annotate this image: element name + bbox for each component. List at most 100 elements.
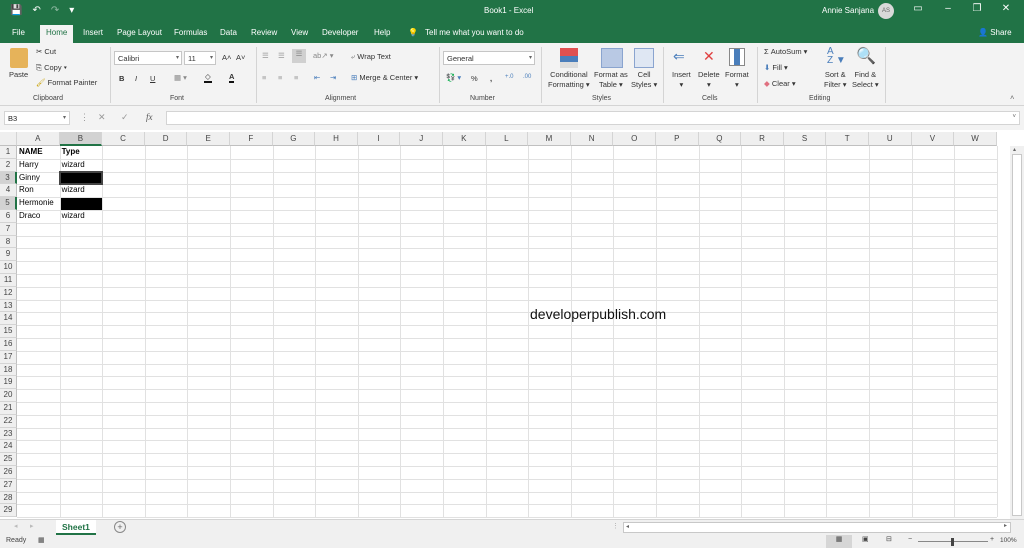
cell-a3[interactable]: Ginny (17, 172, 40, 185)
vertical-scrollbar[interactable]: ▴ (1010, 146, 1024, 519)
normal-view-icon[interactable]: ▦ (826, 535, 852, 548)
format-as-table-button[interactable]: Format as Table ▾ (594, 70, 628, 90)
tab-insert[interactable]: Insert (83, 28, 103, 37)
column-header-c[interactable]: C (102, 132, 145, 146)
row-header-10[interactable]: 10 (0, 261, 17, 274)
row-header-27[interactable]: 27 (0, 478, 17, 492)
font-size-select[interactable]: 11 ▾ (184, 51, 216, 65)
filled-cell-b5[interactable] (60, 198, 103, 210)
clear-button[interactable]: ◆ Clear ▾ (764, 79, 796, 88)
add-sheet-button[interactable]: + (114, 521, 126, 533)
column-header-q[interactable]: Q (698, 132, 742, 146)
italic-button[interactable]: I (135, 74, 137, 83)
cell-styles-button[interactable]: Cell Styles ▾ (631, 70, 657, 90)
cell-a6[interactable]: Draco (17, 210, 40, 223)
column-header-k[interactable]: K (443, 132, 486, 146)
autosum-button[interactable]: Σ AutoSum ▾ (764, 47, 807, 56)
row-header-7[interactable]: 7 (0, 222, 17, 236)
page-layout-view-icon[interactable]: ▣ (862, 535, 869, 543)
cell-b1[interactable]: Type (60, 146, 80, 159)
column-header-o[interactable]: O (613, 132, 656, 146)
share-button[interactable]: 👤 Share (978, 28, 1012, 37)
next-sheet-icon[interactable]: ▸ (30, 522, 34, 530)
row-header-13[interactable]: 13 (0, 299, 17, 313)
column-header-h[interactable]: H (315, 132, 358, 146)
format-painter-button[interactable]: 🖌 Format Painter (36, 78, 97, 87)
tab-formulas[interactable]: Formulas (174, 28, 207, 37)
column-header-u[interactable]: U (869, 132, 912, 146)
insert-cells-button[interactable]: Insert ▾ (672, 70, 691, 90)
split-handle-icon[interactable]: ⋮ (612, 522, 619, 530)
avatar[interactable]: AS (878, 3, 894, 19)
column-header-t[interactable]: T (826, 132, 869, 146)
select-all-corner[interactable] (0, 132, 17, 146)
vertical-scroll-thumb[interactable] (1012, 154, 1022, 516)
row-header-5[interactable]: 5 (0, 197, 17, 210)
worksheet-grid[interactable]: A B C D E F G H I J K L M N O P Q R S T U V W 1 2 3 4 5 6 7 8 9 10 11 12 13… (0, 130, 1010, 519)
formula-input[interactable]: ˅ (166, 111, 1020, 125)
column-header-f[interactable]: F (230, 132, 273, 146)
column-header-w[interactable]: W (954, 132, 997, 146)
cut-button[interactable]: ✂ Cut (36, 47, 56, 56)
prev-sheet-icon[interactable]: ◂ (14, 522, 18, 530)
font-name-select[interactable]: Calibri ▾ (114, 51, 182, 65)
minimize-button[interactable]: – (938, 3, 958, 14)
tab-view[interactable]: View (291, 28, 308, 37)
column-header-r[interactable]: R (741, 132, 784, 146)
name-box[interactable]: B3 ▾ (4, 111, 70, 125)
tab-data[interactable]: Data (220, 28, 237, 37)
cell-b6[interactable]: wizard (60, 210, 85, 223)
cell-a1[interactable]: NAME (17, 146, 43, 159)
decrease-decimal-button[interactable]: .00 (523, 74, 531, 80)
conditional-formatting-button[interactable]: Conditional Formatting ▾ (548, 70, 590, 90)
page-break-view-icon[interactable]: ⊟ (886, 535, 892, 543)
macro-record-icon[interactable]: ▦ (38, 536, 45, 544)
accounting-format-icon[interactable]: 💱 ▾ (446, 73, 461, 82)
row-header-18[interactable]: 18 (0, 363, 17, 377)
merge-center-button[interactable]: ⊞ Merge & Center ▾ (351, 73, 418, 82)
expand-formula-icon[interactable]: ˅ (1012, 114, 1016, 120)
cell-a2[interactable]: Harry (17, 159, 39, 172)
row-header-26[interactable]: 26 (0, 466, 17, 479)
row-header-22[interactable]: 22 (0, 414, 17, 428)
format-cells-button[interactable]: Format ▾ (725, 70, 749, 90)
copy-button[interactable]: ⎘ Copy ▾ (36, 63, 67, 73)
column-header-g[interactable]: G (272, 132, 316, 146)
row-header-14[interactable]: 14 (0, 312, 17, 326)
align-center-icon[interactable]: ≡ (278, 73, 282, 82)
paste-button[interactable]: Paste (9, 70, 28, 79)
zoom-in-button[interactable]: + (990, 536, 994, 543)
column-header-e[interactable]: E (187, 132, 230, 146)
row-header-15[interactable]: 15 (0, 325, 17, 338)
restore-button[interactable]: ❐ (967, 3, 987, 14)
cell-b4[interactable]: wizard (60, 184, 85, 197)
row-header-4[interactable]: 4 (0, 184, 17, 198)
scroll-right-icon[interactable]: ▸ (1004, 522, 1007, 529)
tab-help[interactable]: Help (374, 28, 390, 37)
row-header-6[interactable]: 6 (0, 210, 17, 223)
cancel-icon[interactable]: ✕ (98, 112, 106, 123)
row-header-23[interactable]: 23 (0, 427, 17, 441)
collapse-ribbon-icon[interactable]: ˄ (1010, 93, 1014, 102)
ribbon-display-options-icon[interactable]: ▭ (908, 3, 928, 14)
column-header-j[interactable]: J (400, 132, 443, 146)
tab-file[interactable]: File (12, 28, 25, 37)
scroll-left-icon[interactable]: ◂ (626, 523, 629, 530)
user-name[interactable]: Annie Sanjana (822, 6, 874, 15)
redo-icon[interactable]: ↷ (51, 5, 59, 16)
column-header-v[interactable]: V (911, 132, 955, 146)
row-header-2[interactable]: 2 (0, 158, 17, 172)
delete-cells-button[interactable]: Delete ▾ (698, 70, 720, 90)
row-header-20[interactable]: 20 (0, 389, 17, 402)
decrease-indent-icon[interactable]: ⇤ (314, 73, 320, 82)
column-header-i[interactable]: I (357, 132, 401, 146)
zoom-slider-thumb[interactable] (951, 538, 954, 546)
font-color-button[interactable]: A (229, 72, 235, 83)
column-header-n[interactable]: N (570, 132, 614, 146)
wrap-text-button[interactable]: ⤶ Wrap Text (351, 52, 391, 62)
column-header-b[interactable]: B (59, 132, 103, 146)
comma-button[interactable]: , (490, 74, 492, 83)
save-icon[interactable]: 💾 (10, 5, 22, 16)
customize-qat-icon[interactable]: ▾ (69, 5, 74, 16)
percent-button[interactable]: % (471, 74, 478, 83)
